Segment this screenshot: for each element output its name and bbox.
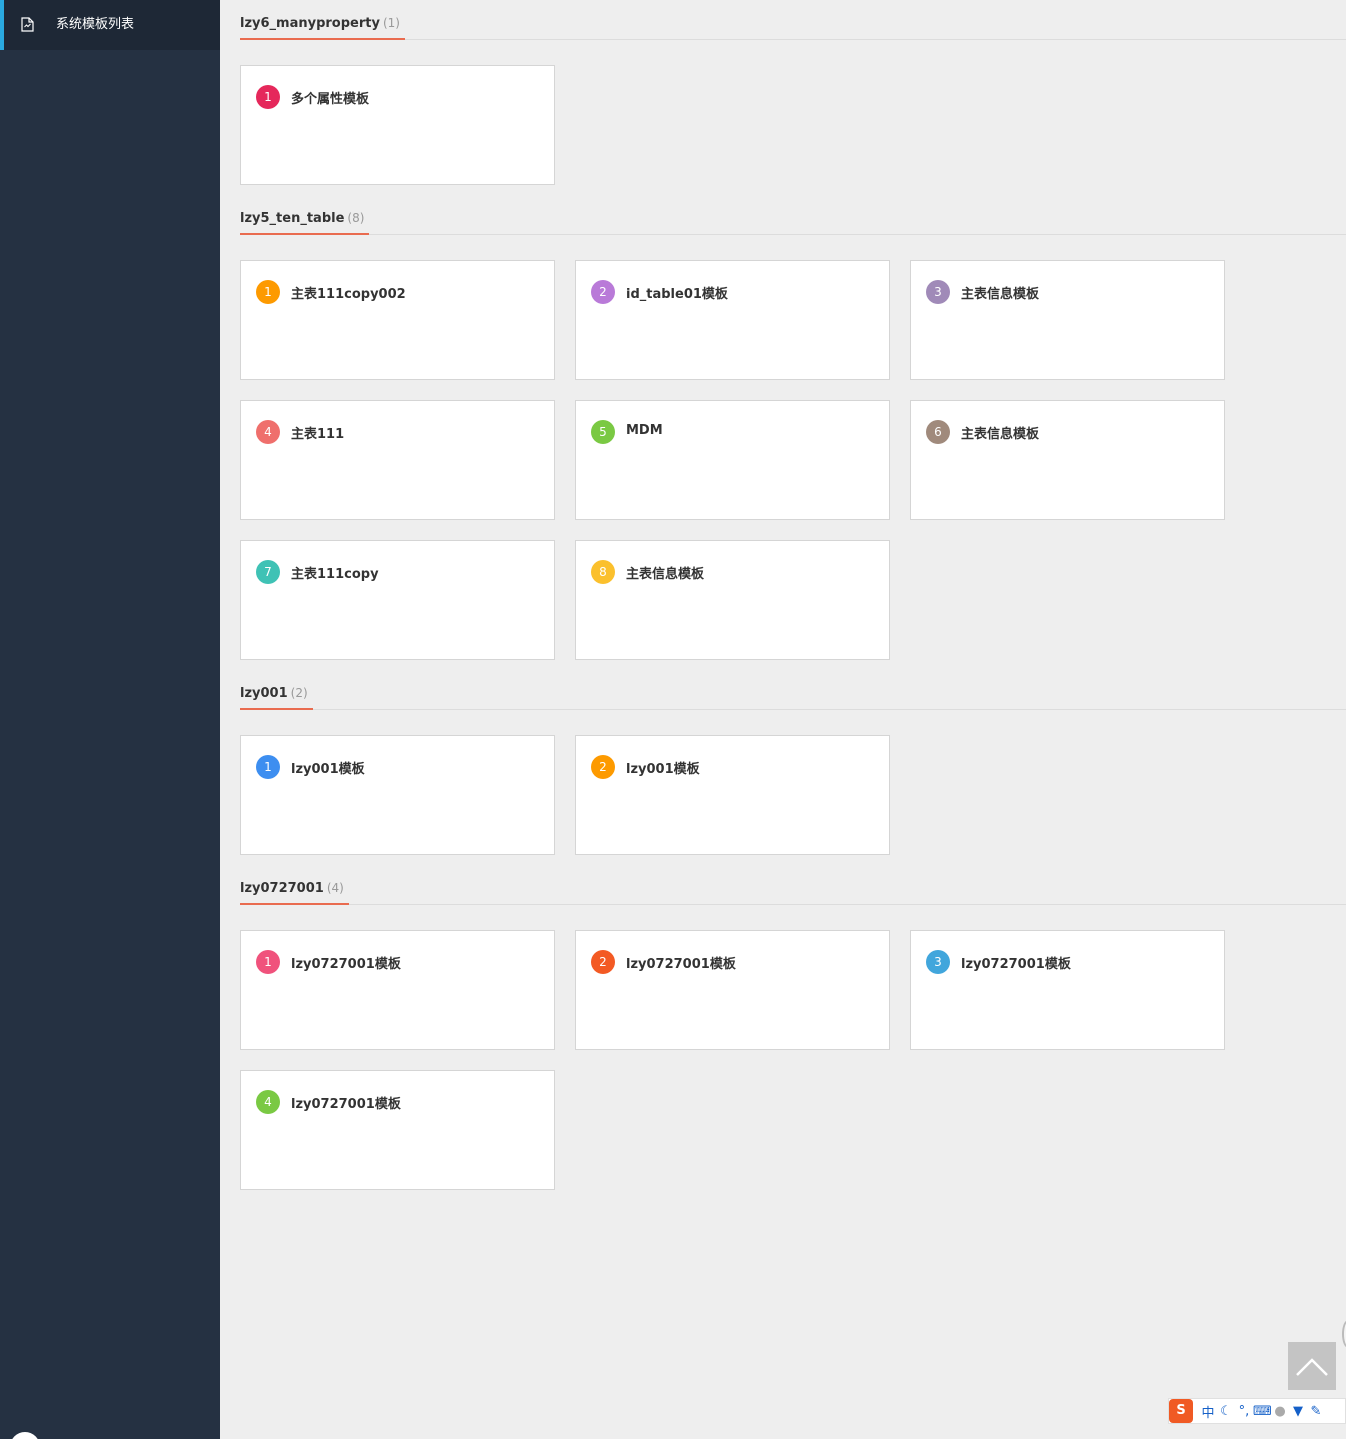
template-card[interactable]: 2 lzy001模板: [575, 735, 890, 855]
card-number-badge: 3: [926, 280, 950, 304]
card-number-badge: 1: [256, 280, 280, 304]
sidebar-item-template-list[interactable]: 系统模板列表: [0, 0, 220, 50]
group-title: lzy5_ten_table (8): [240, 211, 370, 235]
group-count: (4): [326, 881, 344, 895]
group-header: lzy5_ten_table (8): [240, 195, 1346, 235]
template-card[interactable]: 8 主表信息模板: [575, 540, 890, 660]
template-card[interactable]: 1 lzy0727001模板: [240, 930, 555, 1050]
user-icon[interactable]: ●: [1271, 1404, 1289, 1419]
group-title: lzy0727001 (4): [240, 881, 349, 905]
card-title: 多个属性模板: [291, 92, 370, 107]
card-title: lzy0727001模板: [626, 957, 736, 972]
group-count: (8): [347, 211, 365, 225]
card-number-badge: 4: [256, 420, 280, 444]
keyboard-icon[interactable]: ⌨: [1253, 1404, 1272, 1419]
group-header: lzy001 (2): [240, 670, 1346, 710]
card-title: 主表信息模板: [961, 287, 1040, 302]
ime-toolbar: S 中 ☾ °, ⌨ ● ▼ ✎: [1168, 1398, 1346, 1424]
template-group: lzy6_manyproperty (1) 1 多个属性模板: [240, 0, 1346, 185]
card-title: id_table01模板: [626, 287, 728, 302]
group-title: lzy6_manyproperty (1): [240, 16, 405, 40]
card-title: 主表信息模板: [626, 567, 705, 582]
template-group: lzy001 (2) 1 lzy001模板 2 lzy001模板: [240, 670, 1346, 855]
template-card[interactable]: 1 主表111copy002: [240, 260, 555, 380]
card-number-badge: 6: [926, 420, 950, 444]
card-title: 主表信息模板: [961, 427, 1040, 442]
card-number-badge: 8: [591, 560, 615, 584]
card-number-badge: 2: [591, 950, 615, 974]
document-icon: [21, 17, 34, 32]
card-title: lzy0727001模板: [291, 957, 401, 972]
ime-logo[interactable]: S: [1169, 1399, 1193, 1423]
card-title: 主表111: [291, 427, 345, 442]
card-number-badge: 1: [256, 755, 280, 779]
template-group: lzy5_ten_table (8) 1 主表111copy002 2 id_table0…: [240, 195, 1346, 660]
template-card[interactable]: 6 主表信息模板: [910, 400, 1225, 520]
template-card[interactable]: 2 id_table01模板: [575, 260, 890, 380]
template-card[interactable]: 5 MDM: [575, 400, 890, 520]
ime-mode-toggle[interactable]: 中: [1199, 1402, 1217, 1421]
shirt-icon[interactable]: ▼: [1289, 1404, 1307, 1419]
template-card[interactable]: 2 lzy0727001模板: [575, 930, 890, 1050]
template-group: lzy0727001 (4) 1 lzy0727001模板 2 lzy0727001模板 3…: [240, 865, 1346, 1190]
template-card[interactable]: 1 多个属性模板: [240, 65, 555, 185]
group-count: (2): [290, 686, 308, 700]
template-card[interactable]: 3 lzy0727001模板: [910, 930, 1225, 1050]
group-title-text: lzy5_ten_table: [240, 211, 345, 226]
card-title: lzy0727001模板: [961, 957, 1071, 972]
card-number-badge: 1: [256, 950, 280, 974]
card-title: MDM: [626, 423, 663, 438]
group-title-text: lzy6_manyproperty: [240, 16, 380, 31]
group-header: lzy0727001 (4): [240, 865, 1346, 905]
card-title: 主表111copy: [291, 567, 379, 582]
card-number-badge: 2: [591, 280, 615, 304]
main-content: lzy6_manyproperty (1) 1 多个属性模板 lzy5_ten_tabl…: [220, 0, 1346, 1439]
card-number-badge: 5: [591, 420, 615, 444]
group-count: (1): [382, 16, 400, 30]
group-header: lzy6_manyproperty (1): [240, 0, 1346, 40]
card-number-badge: 4: [256, 1090, 280, 1114]
card-number-badge: 1: [256, 85, 280, 109]
punctuation-icon[interactable]: °,: [1235, 1404, 1253, 1419]
card-title: lzy0727001模板: [291, 1097, 401, 1112]
card-title: lzy001模板: [291, 762, 365, 777]
card-number-badge: 3: [926, 950, 950, 974]
group-title-text: lzy001: [240, 686, 288, 701]
template-card[interactable]: 7 主表111copy: [240, 540, 555, 660]
card-title: 主表111copy002: [291, 287, 406, 302]
group-title: lzy001 (2): [240, 686, 313, 710]
group-title-text: lzy0727001: [240, 881, 324, 896]
sidebar-item-label: 系统模板列表: [56, 17, 135, 32]
template-card[interactable]: 1 lzy001模板: [240, 735, 555, 855]
template-card[interactable]: 4 lzy0727001模板: [240, 1070, 555, 1190]
card-title: lzy001模板: [626, 762, 700, 777]
template-card[interactable]: 4 主表111: [240, 400, 555, 520]
template-card[interactable]: 3 主表信息模板: [910, 260, 1225, 380]
chevron-up-icon: [1296, 1358, 1328, 1376]
sidebar: 系统模板列表: [0, 0, 220, 1439]
wrench-icon[interactable]: ✎: [1307, 1404, 1325, 1419]
card-number-badge: 7: [256, 560, 280, 584]
avatar[interactable]: [10, 1432, 40, 1439]
moon-icon[interactable]: ☾: [1217, 1404, 1235, 1419]
back-to-top-button[interactable]: [1288, 1342, 1336, 1390]
card-number-badge: 2: [591, 755, 615, 779]
